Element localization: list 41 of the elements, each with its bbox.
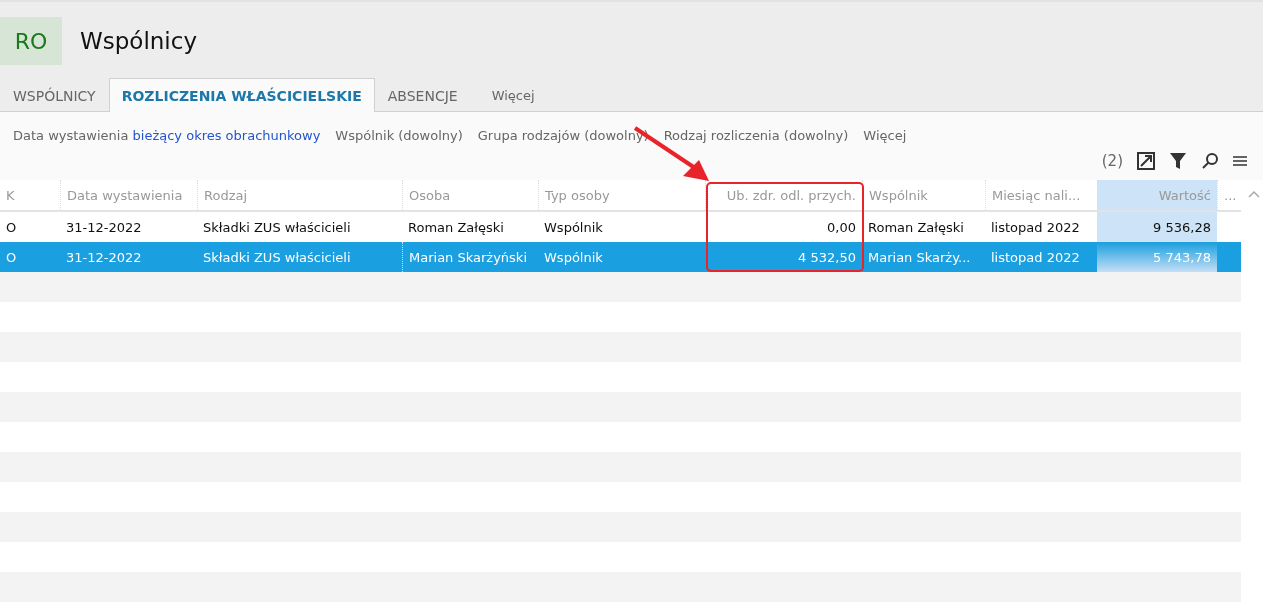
tab[interactable]: Więcej	[478, 78, 548, 112]
menu-icon[interactable]	[1233, 155, 1247, 167]
column-header[interactable]: K	[0, 180, 60, 210]
table-cell-text: 0,00	[826, 218, 857, 237]
table-cell-text: 4 532,50	[797, 248, 857, 267]
column-header[interactable]: Osoba	[402, 180, 538, 210]
table-cell-text: Składki ZUS właścicieli	[202, 248, 352, 267]
table-cell-text: O	[5, 218, 18, 237]
table-cell-text: Wspólnik	[543, 248, 604, 267]
table-cell-text: Marian Skarży...	[867, 248, 972, 267]
table-cell-text: O	[5, 248, 18, 267]
tab[interactable]: ROZLICZENIA WŁAŚCICIELSKIE	[108, 78, 375, 112]
filter-label[interactable]: Rodzaj rozliczenia (dowolny)	[663, 126, 849, 145]
record-count: (2)	[1101, 152, 1123, 170]
column-header[interactable]: ...	[1217, 180, 1241, 210]
filter-label[interactable]: Data wystawienia bieżący okres obrachunkowy	[13, 126, 321, 145]
column-header[interactable]: Data wystawienia	[60, 180, 197, 210]
table-row[interactable]: O 31-12-2022 Składki ZUS właścicieli Marian Skarżyński Wspólnik 4 532,50 Marian Skarży... listopad 2022 5 743,78	[0, 242, 1241, 272]
table-cell: 9 536,28	[1097, 212, 1217, 242]
filter-label[interactable]: Więcej	[863, 126, 907, 145]
table-cell: 5 743,78	[1097, 242, 1217, 272]
tab[interactable]: ABSENCJE	[374, 78, 471, 112]
search-icon[interactable]	[1201, 152, 1219, 170]
table-cell-text: listopad 2022	[990, 218, 1081, 237]
filter-label[interactable]: Grupa rodzajów (dowolny)	[477, 126, 649, 145]
table-cell-text: 31-12-2022	[65, 248, 143, 267]
tab[interactable]: WSPÓLNICY	[0, 78, 109, 112]
table-cell-text: Roman Załęski	[867, 218, 965, 237]
page-title: Wspólnicy	[80, 28, 197, 54]
table-cell-text: 31-12-2022	[65, 218, 143, 237]
table-cell-text: Składki ZUS właścicieli	[202, 218, 352, 237]
table-cell-text: listopad 2022	[990, 248, 1081, 267]
filter-label[interactable]: Wspólnik (dowolny)	[335, 126, 463, 145]
column-header[interactable]: Rodzaj	[197, 180, 402, 210]
table-cell-text: Wspólnik	[543, 218, 604, 237]
column-header[interactable]: Wspólnik	[862, 180, 985, 210]
export-icon[interactable]	[1137, 152, 1155, 170]
filter-icon[interactable]	[1169, 152, 1187, 170]
column-header[interactable]: Wartość	[1097, 180, 1217, 210]
table-cell-text: Roman Załęski	[407, 218, 505, 237]
app-badge: RO	[0, 17, 62, 65]
